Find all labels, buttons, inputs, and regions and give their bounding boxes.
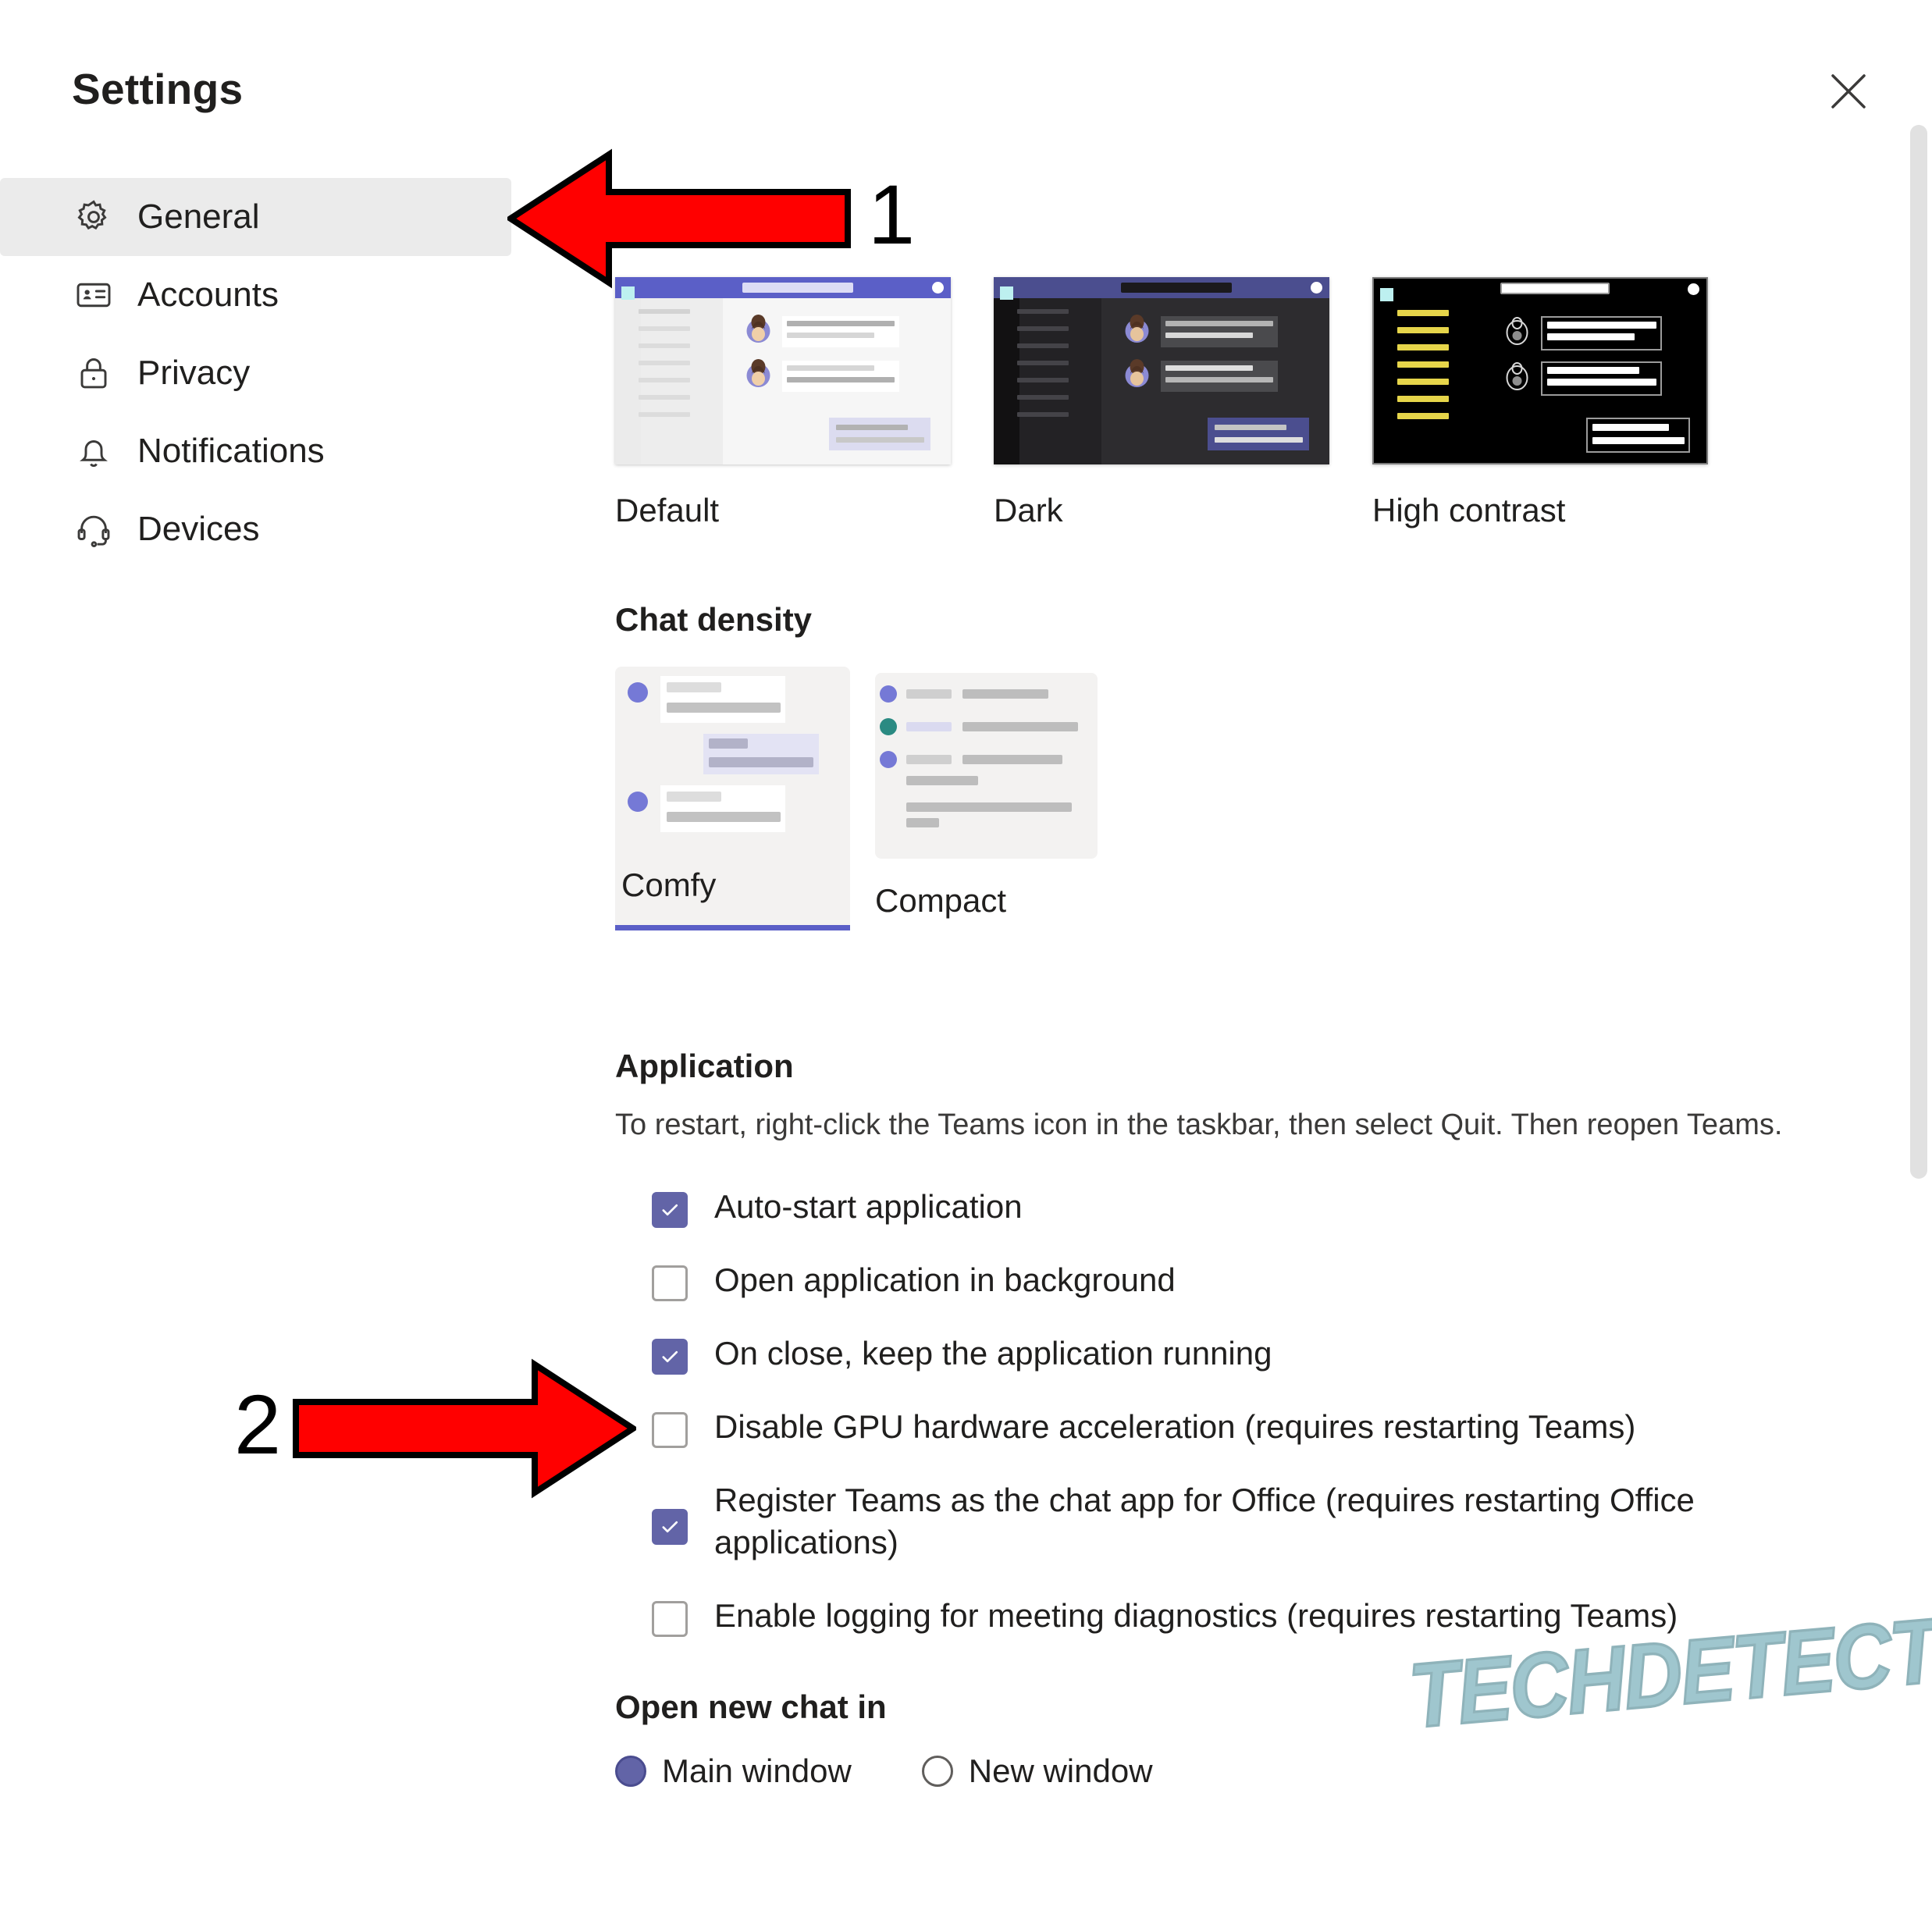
application-title: Application (615, 1048, 794, 1084)
sidebar-item-label: Devices (137, 510, 260, 548)
settings-sidebar: General Accounts Privacy Notifications D… (0, 178, 511, 568)
scrollbar-thumb[interactable] (1910, 125, 1927, 1179)
lock-icon (72, 351, 116, 395)
density-label: Compact (875, 882, 1007, 919)
sidebar-item-label: General (137, 197, 260, 236)
checkbox-label: On close, keep the application running (714, 1335, 1272, 1372)
density-option-compact[interactable]: Compact (875, 667, 1098, 930)
sidebar-item-label: Accounts (137, 276, 279, 314)
radio-main-window[interactable]: Main window (615, 1752, 852, 1790)
sidebar-item-label: Privacy (137, 354, 251, 392)
checkbox-label: Disable GPU hardware acceleration (requi… (714, 1408, 1636, 1446)
theme-option-default[interactable]: Default (615, 277, 951, 529)
headset-icon (72, 507, 116, 551)
density-thumbnail-comfy (621, 673, 844, 859)
radio-new-window[interactable]: New window (921, 1752, 1153, 1790)
density-thumbnail-compact (875, 673, 1098, 859)
chat-density-title: Chat density (615, 601, 813, 638)
sidebar-item-accounts[interactable]: Accounts (0, 256, 511, 334)
theme-label: Dark (994, 492, 1063, 528)
id-card-icon (72, 273, 116, 317)
checkbox-row-keep-running[interactable]: On close, keep the application running (615, 1332, 1841, 1375)
register-teams-checkbox[interactable] (652, 1509, 688, 1546)
application-section: Application To restart, right-click the … (615, 1048, 1841, 1637)
enable-logging-checkbox[interactable] (652, 1600, 688, 1637)
sidebar-item-general[interactable]: General (0, 178, 511, 256)
sidebar-item-devices[interactable]: Devices (0, 490, 511, 568)
main-window-radio[interactable] (615, 1755, 646, 1787)
density-label: Comfy (621, 866, 717, 903)
application-hint: To restart, right-click the Teams icon i… (615, 1108, 1783, 1141)
annotation-arrow-2 (293, 1350, 639, 1507)
auto-start-checkbox[interactable] (652, 1192, 688, 1229)
annotation-arrow-1 (504, 141, 851, 297)
page-title: Settings (72, 65, 244, 113)
checkbox-row-open-in-background[interactable]: Open application in background (615, 1259, 1841, 1302)
theme-label: Default (615, 492, 720, 528)
keep-running-checkbox[interactable] (652, 1339, 688, 1375)
open-in-background-checkbox[interactable] (652, 1265, 688, 1302)
annotation-number-1: 1 (868, 167, 916, 262)
theme-thumbnail-high-contrast[interactable] (1372, 277, 1708, 464)
checkbox-label: Register Teams as the chat app for Offic… (714, 1482, 1695, 1561)
theme-label: High contrast (1372, 492, 1566, 528)
theme-thumbnail-default[interactable] (615, 277, 951, 464)
close-button[interactable] (1821, 64, 1876, 119)
theme-thumbnail-dark[interactable] (994, 277, 1329, 464)
gear-icon (72, 195, 116, 239)
application-checkbox-list: Auto-start application Open application … (615, 1186, 1841, 1637)
radio-label: Main window (662, 1752, 852, 1789)
checkbox-label: Open application in background (714, 1261, 1176, 1299)
theme-options: Default Dark High contrast (615, 277, 1841, 529)
checkbox-row-disable-gpu[interactable]: Disable GPU hardware acceleration (requi… (615, 1406, 1841, 1449)
checkbox-label: Auto-start application (714, 1188, 1023, 1226)
close-icon (1828, 71, 1869, 112)
settings-content-panel: Default Dark High contrast Chat density … (615, 133, 1841, 1790)
radio-label: New window (968, 1752, 1153, 1789)
sidebar-item-privacy[interactable]: Privacy (0, 334, 511, 412)
checkbox-row-register-teams[interactable]: Register Teams as the chat app for Offic… (615, 1479, 1841, 1564)
theme-option-dark[interactable]: Dark (994, 277, 1329, 529)
sidebar-item-notifications[interactable]: Notifications (0, 412, 511, 490)
chat-density-section: Chat density Comfy Compact (615, 601, 1841, 930)
disable-gpu-checkbox[interactable] (652, 1412, 688, 1449)
annotation-number-2: 2 (234, 1377, 282, 1471)
checkbox-row-auto-start[interactable]: Auto-start application (615, 1186, 1841, 1229)
sidebar-item-label: Notifications (137, 432, 325, 470)
theme-option-high-contrast[interactable]: High contrast (1372, 277, 1708, 529)
density-option-comfy[interactable]: Comfy (615, 667, 850, 930)
new-window-radio[interactable] (921, 1755, 953, 1787)
checkbox-label: Enable logging for meeting diagnostics (… (714, 1596, 1678, 1634)
bell-icon (72, 429, 116, 473)
open-new-chat-in-radio-group: Main window New window (615, 1752, 1841, 1790)
